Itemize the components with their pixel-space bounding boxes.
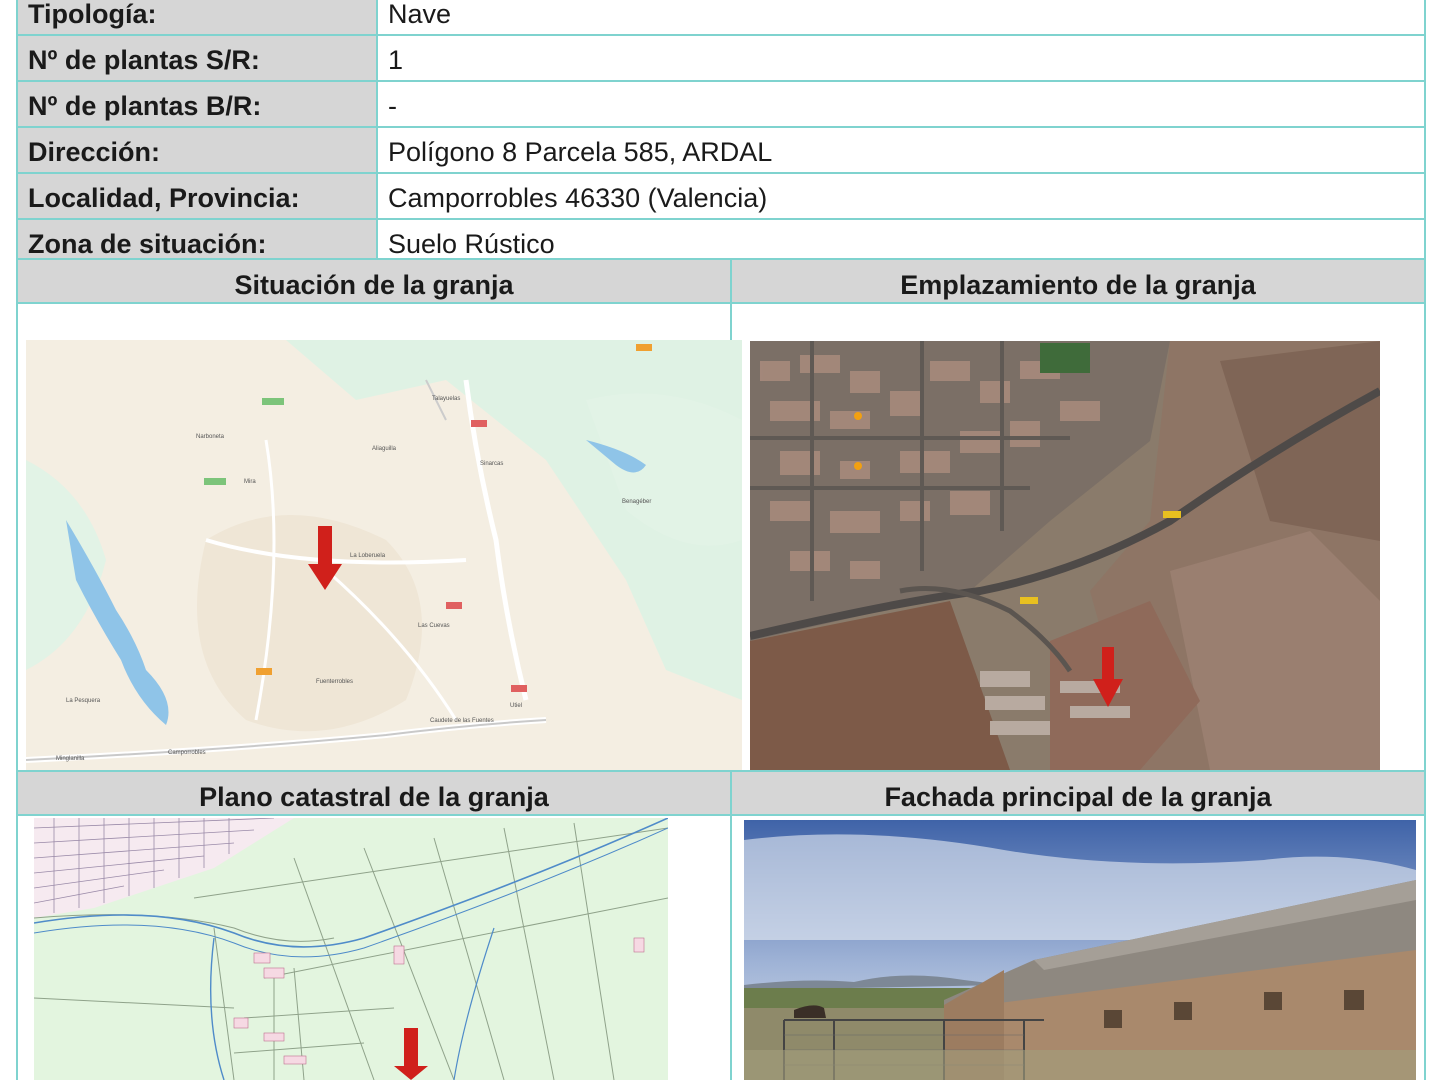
cadastral-plan-image — [34, 818, 668, 1080]
label-direccion: Dirección: — [16, 126, 378, 174]
section-header-emplazamiento: Emplazamiento de la granja — [730, 258, 1426, 304]
map-label-aliaguilla: Aliaguilla — [372, 446, 397, 452]
map-label-benageber: Benagéber — [622, 499, 651, 505]
label-localidad: Localidad, Provincia: — [16, 172, 378, 220]
map-label-las-cuevas: Las Cuevas — [418, 623, 450, 629]
map-label-narboneta: Narboneta — [196, 434, 225, 440]
section-header-fachada: Fachada principal de la granja — [730, 770, 1426, 816]
map-label-mira: Mira — [244, 479, 256, 485]
section-header-catastral: Plano catastral de la granja — [16, 770, 732, 816]
value-plantas-br: - — [376, 80, 1426, 128]
table-row: Localidad, Provincia: Camporrobles 46330… — [16, 172, 1426, 220]
facade-photo-image — [744, 820, 1416, 1080]
value-direccion: Polígono 8 Parcela 585, ARDAL — [376, 126, 1426, 174]
label-plantas-sr: Nº de plantas S/R: — [16, 34, 378, 82]
table-row: Nº de plantas B/R: - — [16, 80, 1426, 128]
value-tipologia: Nave — [376, 0, 1426, 36]
map-label-camporrobles: Camporrobles — [168, 750, 206, 756]
map-label-la-lobera: La Loberuela — [350, 553, 386, 559]
map-label-talayuelas: Talayuelas — [432, 396, 460, 402]
value-localidad: Camporrobles 46330 (Valencia) — [376, 172, 1426, 220]
info-table: Tipología: Nave Nº de plantas S/R: 1 Nº … — [16, 0, 1426, 266]
map-label-la-pesquera: La Pesquera — [66, 698, 101, 704]
map-label-minglanilla: Minglanilla — [56, 756, 85, 762]
map-label-utiel: Utiel — [510, 703, 522, 709]
table-row: Tipología: Nave — [16, 0, 1426, 36]
label-plantas-br: Nº de plantas B/R: — [16, 80, 378, 128]
table-row: Nº de plantas S/R: 1 — [16, 34, 1426, 82]
table-row: Dirección: Polígono 8 Parcela 585, ARDAL — [16, 126, 1426, 174]
section-header-situacion: Situación de la granja — [16, 258, 732, 304]
facade-photo — [744, 820, 1416, 1080]
map-label-fuenterrobles: Fuenterrobles — [316, 679, 353, 685]
value-plantas-sr: 1 — [376, 34, 1426, 82]
location-map: Narboneta Mira Aliaguilla Sinarcas La Lo… — [26, 340, 742, 770]
aerial-photo-image — [750, 341, 1380, 770]
label-tipologia: Tipología: — [16, 0, 378, 36]
map-label-sinarcas: Sinarcas — [480, 461, 503, 467]
location-map-image: Narboneta Mira Aliaguilla Sinarcas La Lo… — [26, 340, 742, 770]
map-label-caudete: Caudete de las Fuentes — [430, 718, 494, 724]
cadastral-plan — [34, 818, 668, 1080]
aerial-photo — [750, 341, 1380, 770]
